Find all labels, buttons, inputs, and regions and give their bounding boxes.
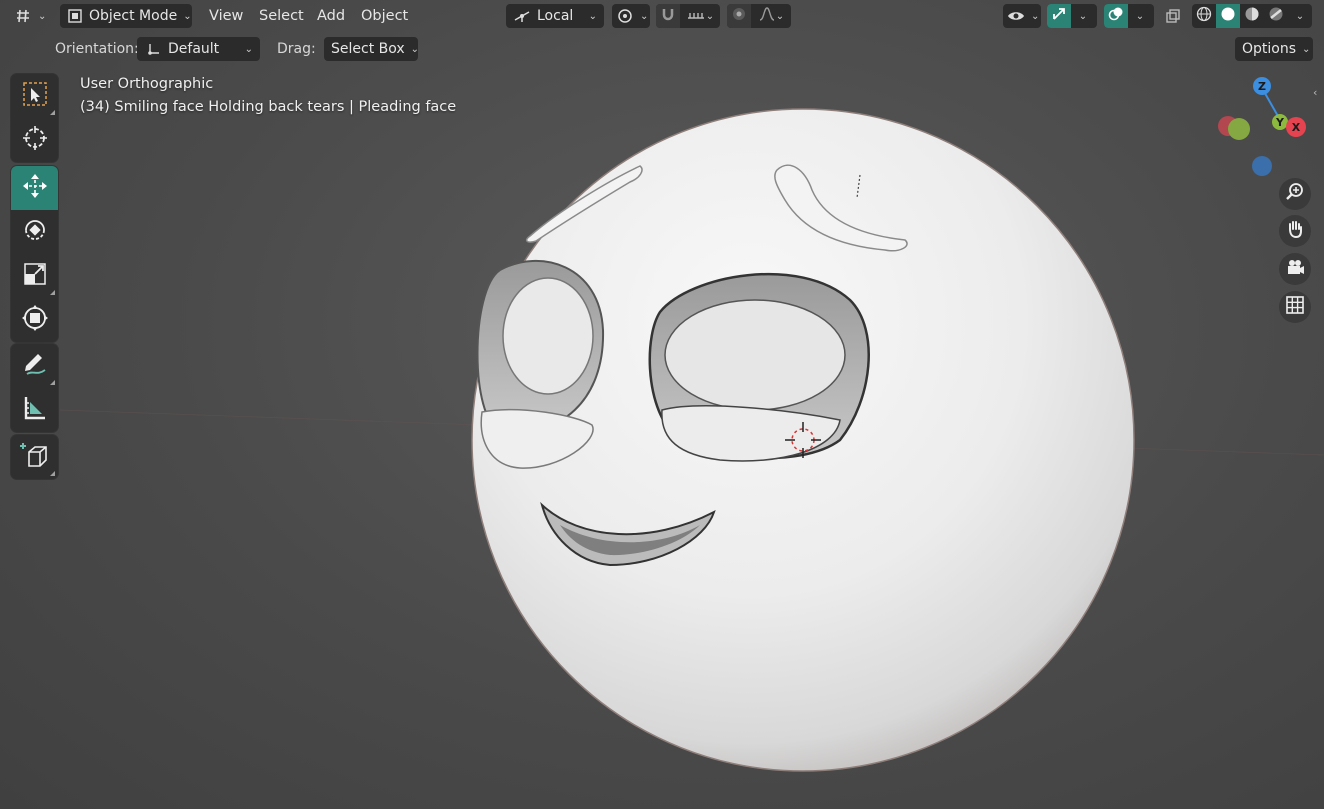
grid-icon bbox=[1285, 295, 1305, 319]
left-eye-pupil bbox=[502, 277, 594, 395]
ortho-toggle-button[interactable] bbox=[1279, 291, 1311, 323]
pan-button[interactable] bbox=[1279, 215, 1311, 247]
axis-neg-z[interactable] bbox=[1252, 156, 1272, 176]
camera-button[interactable] bbox=[1279, 253, 1311, 285]
axis-z[interactable]: Z bbox=[1253, 77, 1271, 95]
zoom-button[interactable] bbox=[1279, 178, 1311, 210]
axis-x[interactable]: X bbox=[1286, 117, 1306, 137]
right-eye-pupil bbox=[664, 299, 846, 411]
viewport-canvas[interactable] bbox=[0, 0, 1324, 809]
hand-icon bbox=[1285, 219, 1305, 243]
zoom-icon bbox=[1285, 182, 1305, 206]
camera-icon bbox=[1285, 257, 1305, 281]
chevron-left-icon: ‹ bbox=[1313, 86, 1318, 99]
sidebar-toggle[interactable]: ‹ bbox=[1313, 84, 1317, 100]
navigation-gizmo[interactable]: Z Y X bbox=[1210, 74, 1310, 184]
axis-neg-y[interactable] bbox=[1228, 118, 1250, 140]
